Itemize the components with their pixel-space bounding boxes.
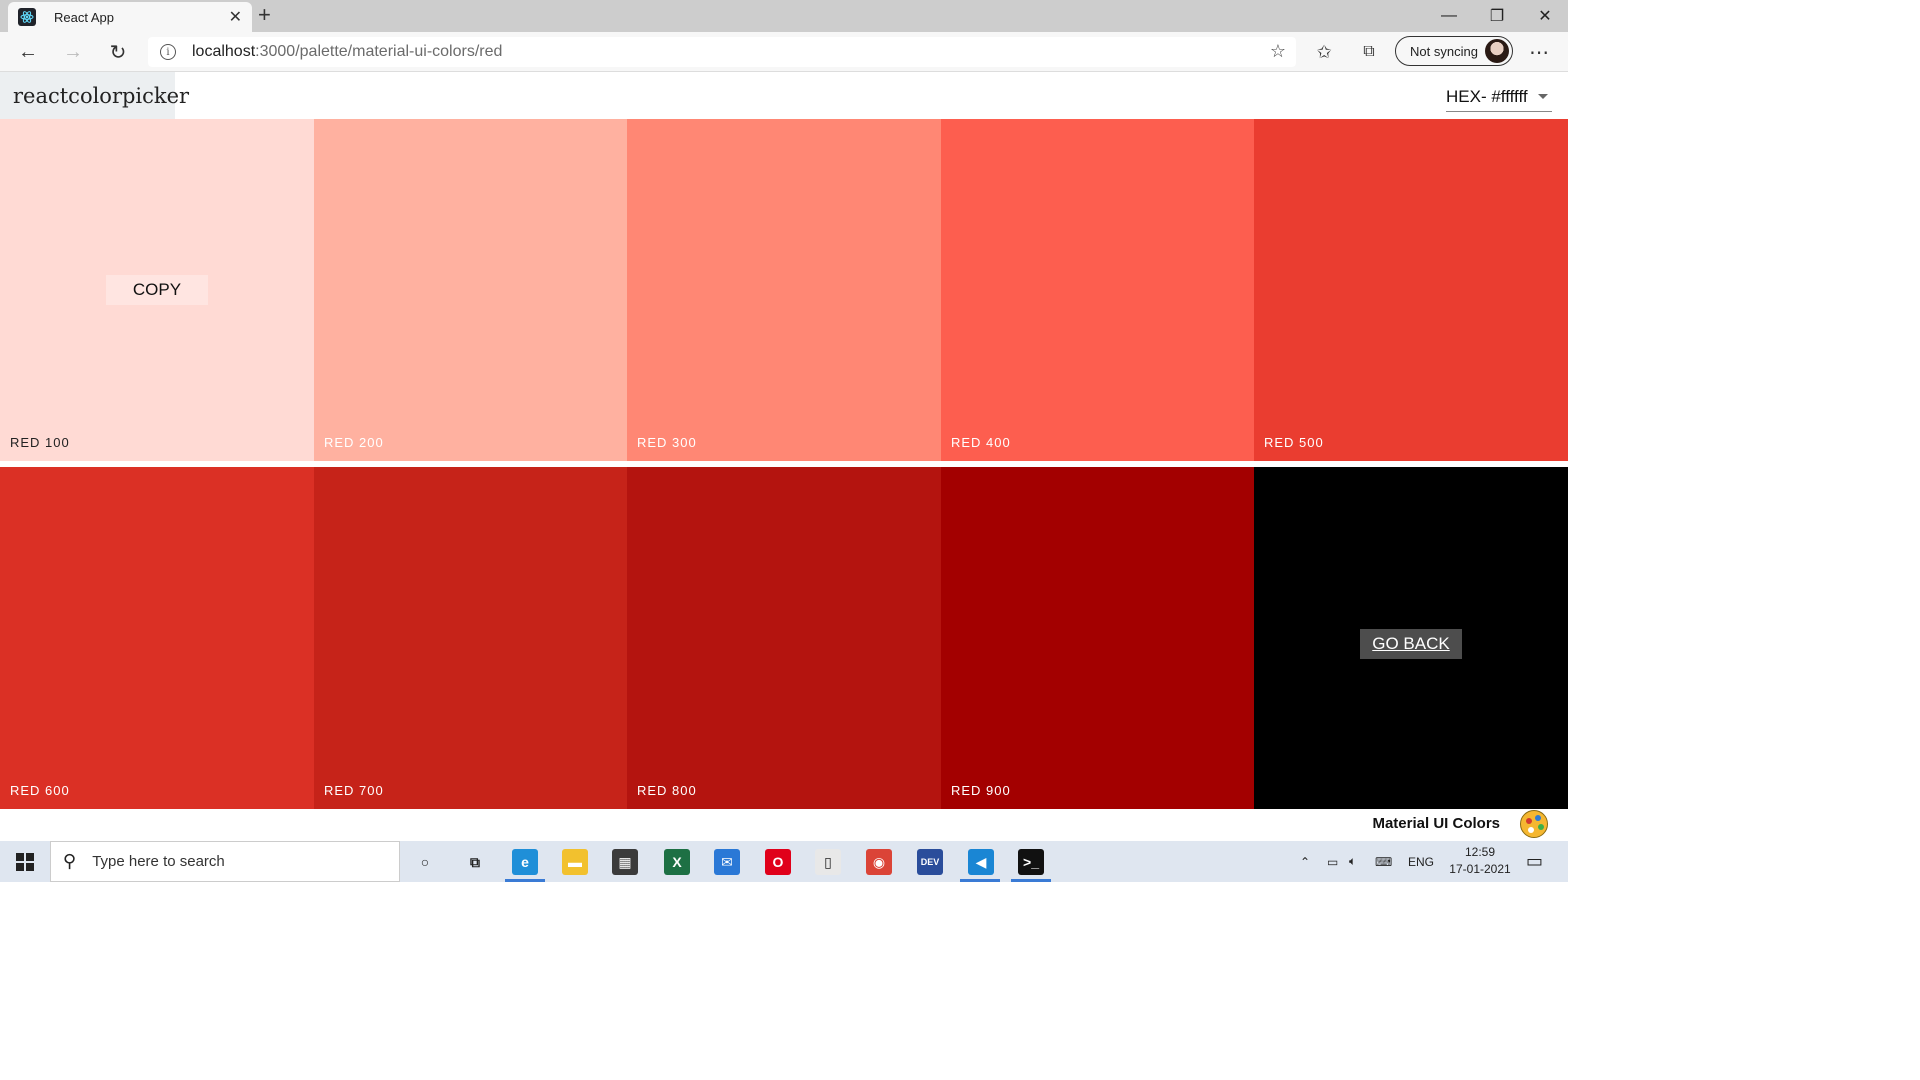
sync-profile-button[interactable]: Not syncing xyxy=(1395,36,1513,66)
opera-icon[interactable]: O xyxy=(765,849,791,875)
collections-icon[interactable]: ⧉ xyxy=(1355,38,1383,66)
url-path: :3000/palette/material-ui-colors/red xyxy=(255,43,503,60)
vscode-icon[interactable]: ◀ xyxy=(968,849,994,875)
color-box[interactable]: RED 700 xyxy=(314,467,628,809)
more-options-icon[interactable]: ⋯ xyxy=(1525,38,1553,66)
clock-date: 17-01-2021 xyxy=(1449,862,1511,876)
dev-icon[interactable]: DEV xyxy=(917,849,943,875)
sync-label: Not syncing xyxy=(1410,43,1478,59)
terminal-icon[interactable]: >_ xyxy=(1018,849,1044,875)
color-box[interactable]: RED 800 xyxy=(627,467,941,809)
color-name: RED 700 xyxy=(324,783,384,798)
format-select-value: HEX- #ffffff xyxy=(1446,86,1528,106)
browser-toolbar: ← → ↻ i localhost:3000/palette/material-… xyxy=(0,32,1568,72)
store-icon[interactable]: ▦ xyxy=(612,849,638,875)
keyboard-icon[interactable]: ⌨ xyxy=(1375,841,1392,882)
tab-title: React App xyxy=(54,9,114,25)
forward-arrow-icon[interactable]: → xyxy=(59,38,87,66)
active-app-indicator xyxy=(505,879,545,882)
favorite-star-icon[interactable]: ☆ xyxy=(1270,41,1286,62)
language-indicator[interactable]: ENG xyxy=(1408,841,1434,882)
favorites-icon[interactable]: ✩ xyxy=(1310,38,1338,66)
restore-button[interactable]: ❐ xyxy=(1474,0,1520,32)
windows-taskbar: ⚲ Type here to search ○ ⧉ e ▬ ▦ X ✉ O ▯ ◉ DEV ◀ >_ ⌃… xyxy=(0,841,1568,882)
go-back-button[interactable]: GO BACK xyxy=(1360,629,1462,659)
copy-button[interactable]: COPY xyxy=(106,275,208,305)
palette-footer: Material UI Colors xyxy=(0,810,1568,841)
palette-grid: COPY RED 100 RED 200 RED 300 RED 400 RED… xyxy=(0,119,1568,810)
color-box[interactable]: COPY RED 100 xyxy=(0,119,314,461)
notifications-icon[interactable]: ▭ xyxy=(1526,841,1543,882)
chrome-icon[interactable]: ◉ xyxy=(866,849,892,875)
excel-icon[interactable]: X xyxy=(664,849,690,875)
search-icon: ⚲ xyxy=(63,851,77,871)
app-logo[interactable]: reactcolorpicker xyxy=(0,72,189,119)
chevron-down-icon xyxy=(1537,94,1548,99)
site-info-icon[interactable]: i xyxy=(160,44,176,60)
color-box[interactable]: RED 600 xyxy=(0,467,314,809)
task-view-icon[interactable]: ⧉ xyxy=(462,849,488,875)
color-name: RED 200 xyxy=(324,435,384,450)
windows-start-icon[interactable] xyxy=(16,853,34,871)
palette-name: Material UI Colors xyxy=(1372,815,1500,832)
format-select[interactable]: HEX- #ffffff xyxy=(1446,82,1552,112)
browser-tab-strip: React App ✕ + — ❐ ✕ xyxy=(0,0,1568,32)
cortana-icon[interactable]: ○ xyxy=(412,849,438,875)
close-window-button[interactable]: ✕ xyxy=(1522,0,1568,32)
active-app-indicator xyxy=(960,879,1000,882)
color-name: RED 800 xyxy=(637,783,697,798)
address-bar[interactable]: i localhost:3000/palette/material-ui-col… xyxy=(148,37,1296,67)
mail-icon[interactable]: ✉ xyxy=(714,849,740,875)
color-box[interactable]: RED 300 xyxy=(627,119,941,461)
color-name: RED 400 xyxy=(951,435,1011,450)
palette-emoji-icon xyxy=(1520,810,1548,838)
notepad-icon[interactable]: ▯ xyxy=(815,849,841,875)
volume-icon[interactable]: 🔈︎ xyxy=(1349,841,1356,882)
new-tab-button[interactable]: + xyxy=(258,4,271,26)
file-explorer-icon[interactable]: ▬ xyxy=(562,849,588,875)
color-box[interactable]: RED 900 xyxy=(941,467,1255,809)
color-box[interactable]: RED 400 xyxy=(941,119,1255,461)
clock-time: 12:59 xyxy=(1464,845,1496,859)
taskbar-search-input[interactable]: ⚲ Type here to search xyxy=(50,841,400,882)
browser-tab[interactable]: React App ✕ xyxy=(8,2,252,32)
color-name: RED 300 xyxy=(637,435,697,450)
url-host: localhost xyxy=(192,43,256,60)
search-placeholder: Type here to search xyxy=(92,853,225,870)
edge-icon[interactable]: e xyxy=(512,849,538,875)
app-navbar: reactcolorpicker HEX- #ffffff xyxy=(0,72,1568,119)
tab-close-icon[interactable]: ✕ xyxy=(229,7,242,27)
color-name: RED 900 xyxy=(951,783,1011,798)
active-app-indicator xyxy=(1011,879,1051,882)
color-name: RED 100 xyxy=(10,435,70,450)
react-favicon-icon xyxy=(18,8,36,26)
system-clock[interactable]: 12:59 17-01-2021 xyxy=(1440,844,1520,878)
color-box[interactable]: RED 500 xyxy=(1254,119,1568,461)
minimize-button[interactable]: — xyxy=(1426,0,1472,32)
back-arrow-icon[interactable]: ← xyxy=(14,38,42,66)
network-icon[interactable]: ▭ xyxy=(1327,841,1338,882)
color-box[interactable]: RED 200 xyxy=(314,119,628,461)
avatar xyxy=(1485,39,1509,63)
color-name: RED 600 xyxy=(10,783,70,798)
go-back-box[interactable]: GO BACK xyxy=(1254,467,1568,809)
color-name: RED 500 xyxy=(1264,435,1324,450)
refresh-icon[interactable]: ↻ xyxy=(104,38,132,66)
show-hidden-icons-icon[interactable]: ⌃ xyxy=(1300,841,1310,882)
